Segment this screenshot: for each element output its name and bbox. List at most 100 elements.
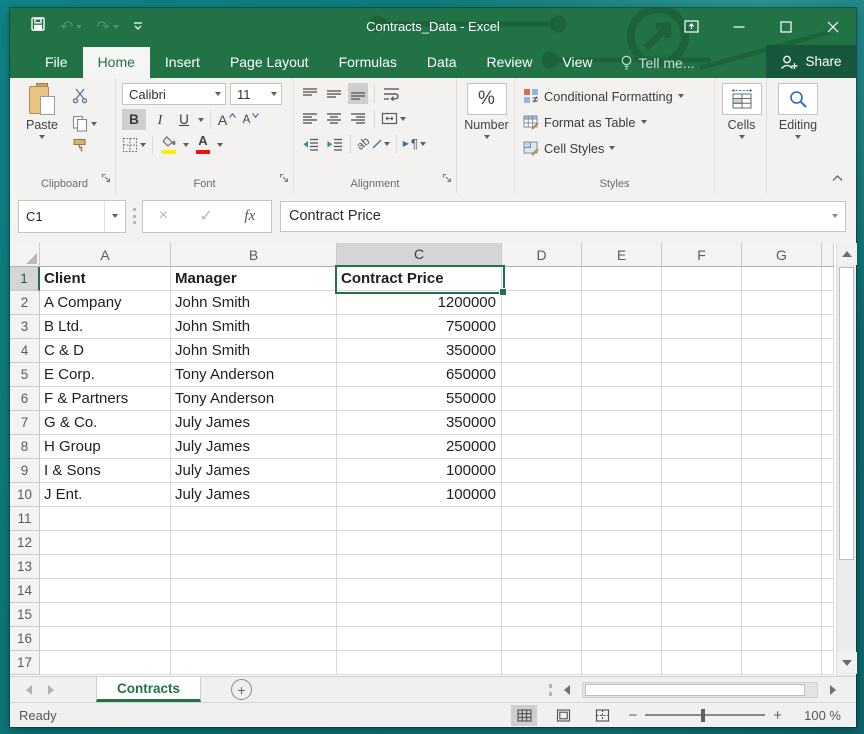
sheet-tab-contracts[interactable]: Contracts — [96, 677, 201, 702]
conditional-formatting-dropdown-icon[interactable] — [678, 94, 684, 98]
save-icon[interactable] — [30, 16, 46, 37]
share-button[interactable]: Share — [766, 45, 856, 78]
cell-A1[interactable]: Client — [40, 267, 171, 291]
row-header-10[interactable]: 10 — [10, 483, 40, 507]
undo-dropdown-icon[interactable] — [76, 25, 82, 29]
cell-G6[interactable] — [742, 387, 822, 411]
orientation-button[interactable]: ab — [357, 133, 390, 154]
row-header-7[interactable]: 7 — [10, 411, 40, 435]
column-header-F[interactable]: F — [662, 243, 742, 267]
column-header-C[interactable]: C — [337, 243, 502, 267]
cell-F16[interactable] — [662, 627, 742, 651]
cell-E15[interactable] — [582, 603, 662, 627]
paste-dropdown-icon[interactable] — [39, 135, 45, 139]
tab-data[interactable]: Data — [412, 47, 472, 78]
row-header-16[interactable]: 16 — [10, 627, 40, 651]
alignment-dialog-launcher[interactable] — [442, 170, 452, 188]
cell-partial-1[interactable] — [822, 267, 834, 291]
cell-E2[interactable] — [582, 291, 662, 315]
editing-dropdown-icon[interactable] — [795, 135, 801, 139]
cell-D6[interactable] — [502, 387, 582, 411]
cell-F17[interactable] — [662, 651, 742, 675]
cell-C9[interactable]: 100000 — [337, 459, 502, 483]
fill-color-dropdown-icon[interactable] — [183, 143, 189, 147]
cell-B12[interactable] — [171, 531, 337, 555]
font-size-select[interactable]: 11 — [230, 83, 282, 105]
cell-D4[interactable] — [502, 339, 582, 363]
cell-partial-11[interactable] — [822, 507, 834, 531]
cell-partial-14[interactable] — [822, 579, 834, 603]
cell-D15[interactable] — [502, 603, 582, 627]
formula-bar-resizer[interactable] — [126, 208, 142, 224]
cell-B5[interactable]: Tony Anderson — [171, 363, 337, 387]
cells-dropdown-icon[interactable] — [739, 135, 745, 139]
cell-partial-6[interactable] — [822, 387, 834, 411]
cell-A4[interactable]: C & D — [40, 339, 171, 363]
font-dialog-launcher[interactable] — [279, 170, 289, 188]
cell-C17[interactable] — [337, 651, 502, 675]
vertical-scrollbar[interactable] — [836, 243, 856, 676]
cell-B11[interactable] — [171, 507, 337, 531]
cell-C10[interactable]: 100000 — [337, 483, 502, 507]
cell-G10[interactable] — [742, 483, 822, 507]
zoom-slider-thumb[interactable] — [701, 709, 705, 722]
cell-C5[interactable]: 650000 — [337, 363, 502, 387]
cell-B14[interactable] — [171, 579, 337, 603]
scroll-up-button[interactable] — [837, 243, 857, 265]
column-header-partial[interactable] — [822, 243, 834, 267]
tab-view[interactable]: View — [547, 47, 607, 78]
zoom-slider-track[interactable] — [645, 714, 765, 716]
horizontal-scroll-thumb[interactable] — [585, 684, 805, 696]
cell-C7[interactable]: 350000 — [337, 411, 502, 435]
cell-G8[interactable] — [742, 435, 822, 459]
cell-C16[interactable] — [337, 627, 502, 651]
middle-align-button[interactable] — [324, 83, 344, 104]
row-header-14[interactable]: 14 — [10, 579, 40, 603]
cell-A6[interactable]: F & Partners — [40, 387, 171, 411]
editing-button[interactable]: Editing — [773, 83, 823, 169]
number-format-button[interactable]: % Number — [463, 83, 510, 169]
italic-button[interactable]: I — [150, 109, 170, 130]
cell-D2[interactable] — [502, 291, 582, 315]
row-header-11[interactable]: 11 — [10, 507, 40, 531]
cell-D10[interactable] — [502, 483, 582, 507]
cell-B10[interactable]: July James — [171, 483, 337, 507]
cell-D14[interactable] — [502, 579, 582, 603]
cell-A9[interactable]: I & Sons — [40, 459, 171, 483]
cell-G5[interactable] — [742, 363, 822, 387]
cell-A11[interactable] — [40, 507, 171, 531]
align-right-button[interactable] — [348, 108, 368, 129]
column-header-D[interactable]: D — [502, 243, 582, 267]
cell-G11[interactable] — [742, 507, 822, 531]
top-align-button[interactable] — [300, 83, 320, 104]
cell-G9[interactable] — [742, 459, 822, 483]
cell-C11[interactable] — [337, 507, 502, 531]
cell-C15[interactable] — [337, 603, 502, 627]
clipboard-dialog-launcher[interactable] — [101, 170, 111, 188]
borders-dropdown-icon[interactable] — [140, 143, 146, 147]
cell-B3[interactable]: John Smith — [171, 315, 337, 339]
horizontal-scroll-track[interactable] — [582, 682, 818, 698]
formula-input[interactable]: Contract Price — [280, 201, 846, 232]
zoom-in-button[interactable]: + — [773, 707, 782, 724]
copy-button[interactable] — [72, 115, 97, 132]
cell-partial-3[interactable] — [822, 315, 834, 339]
decrease-indent-button[interactable] — [300, 133, 320, 154]
cell-B16[interactable] — [171, 627, 337, 651]
maximize-button[interactable] — [762, 8, 809, 45]
row-header-17[interactable]: 17 — [10, 651, 40, 675]
row-header-4[interactable]: 4 — [10, 339, 40, 363]
cell-G1[interactable] — [742, 267, 822, 291]
tab-file[interactable]: File — [30, 47, 83, 78]
row-header-3[interactable]: 3 — [10, 315, 40, 339]
cell-F10[interactable] — [662, 483, 742, 507]
cell-F12[interactable] — [662, 531, 742, 555]
name-box-dropdown-icon[interactable] — [112, 214, 118, 218]
cut-button[interactable] — [72, 87, 97, 109]
cell-E1[interactable] — [582, 267, 662, 291]
decrease-font-size-button[interactable]: A — [241, 109, 261, 130]
cell-F14[interactable] — [662, 579, 742, 603]
normal-view-button[interactable] — [511, 705, 537, 726]
formula-bar-expand-icon[interactable] — [832, 214, 838, 218]
format-as-table-dropdown-icon[interactable] — [641, 120, 647, 124]
